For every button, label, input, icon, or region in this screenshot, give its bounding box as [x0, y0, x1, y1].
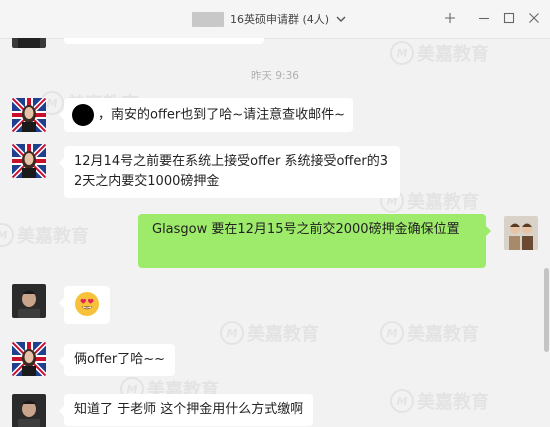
maximize-icon[interactable] [497, 7, 521, 29]
message-text-line: 12月14号之前要在系统上接受offer 系统接受offer的3 [74, 154, 388, 169]
message-bubble[interactable]: ，南安的offer也到了哈~请注意查收邮件~ [58, 98, 354, 132]
message-bubble-cropped[interactable] [64, 38, 264, 44]
message-bubble[interactable]: 12月14号之前要在系统上接受offer 系统接受offer的3 2天之内要交1… [59, 146, 400, 198]
man-avatar[interactable] [12, 284, 46, 318]
title-bar: 16英硕申请群 (4人) [0, 0, 550, 39]
watermark: M美嘉教育 [0, 222, 89, 248]
message-text: 知道了 于老师 这个押金用什么方式缴啊 [74, 402, 304, 417]
message-bubble[interactable]: 知道了 于老师 这个押金用什么方式缴啊 [58, 394, 314, 426]
pin-icon[interactable] [438, 7, 462, 29]
flag-avatar[interactable] [12, 144, 46, 178]
group-name: 16英硕申请群 (4人) [230, 13, 330, 26]
scrollbar-thumb[interactable] [544, 268, 549, 352]
heart-eyes-emoji-icon [75, 292, 99, 316]
watermark: M美嘉教育 [390, 40, 489, 66]
message-text-line: 2天之内要交1000磅押金 [74, 174, 220, 189]
chat-message-area[interactable]: M 美嘉教育 M 美嘉教育 M 美嘉教育 M 美嘉教育 M 美嘉教育 M 美嘉教育 M 美嘉教… [0, 38, 550, 427]
flag-avatar[interactable] [12, 98, 46, 132]
watermark: M美嘉教育 [220, 320, 319, 346]
message-bubble[interactable]: 俩offer了哈~~ [58, 344, 176, 376]
avatar[interactable] [12, 38, 46, 48]
message-bubble[interactable] [59, 286, 110, 324]
redacted-name-block [192, 11, 224, 27]
message-text: Glasgow 要在12月15号之前交2000磅押金确保位置 [152, 222, 460, 237]
redacted-mention-icon [72, 104, 94, 126]
message-text: ，南安的offer也到了哈~请注意查收邮件~ [98, 107, 346, 123]
minimize-icon[interactable] [472, 7, 496, 29]
chevron-down-icon[interactable] [335, 14, 347, 24]
scrollbar[interactable] [544, 40, 549, 420]
outgoing-message-bubble[interactable]: Glasgow 要在12月15号之前交2000磅押金确保位置 [138, 214, 491, 268]
timestamp: 昨天 9:36 [251, 70, 299, 82]
group-title[interactable]: 16英硕申请群 (4人) [192, 9, 347, 29]
message-text: 俩offer了哈~~ [74, 352, 166, 367]
watermark: M美嘉教育 [390, 388, 489, 414]
man-avatar[interactable] [12, 394, 46, 427]
flag-avatar[interactable] [12, 342, 46, 376]
photo-avatar[interactable] [504, 216, 538, 250]
close-icon[interactable] [522, 7, 546, 29]
watermark: M美嘉教育 [380, 320, 479, 346]
